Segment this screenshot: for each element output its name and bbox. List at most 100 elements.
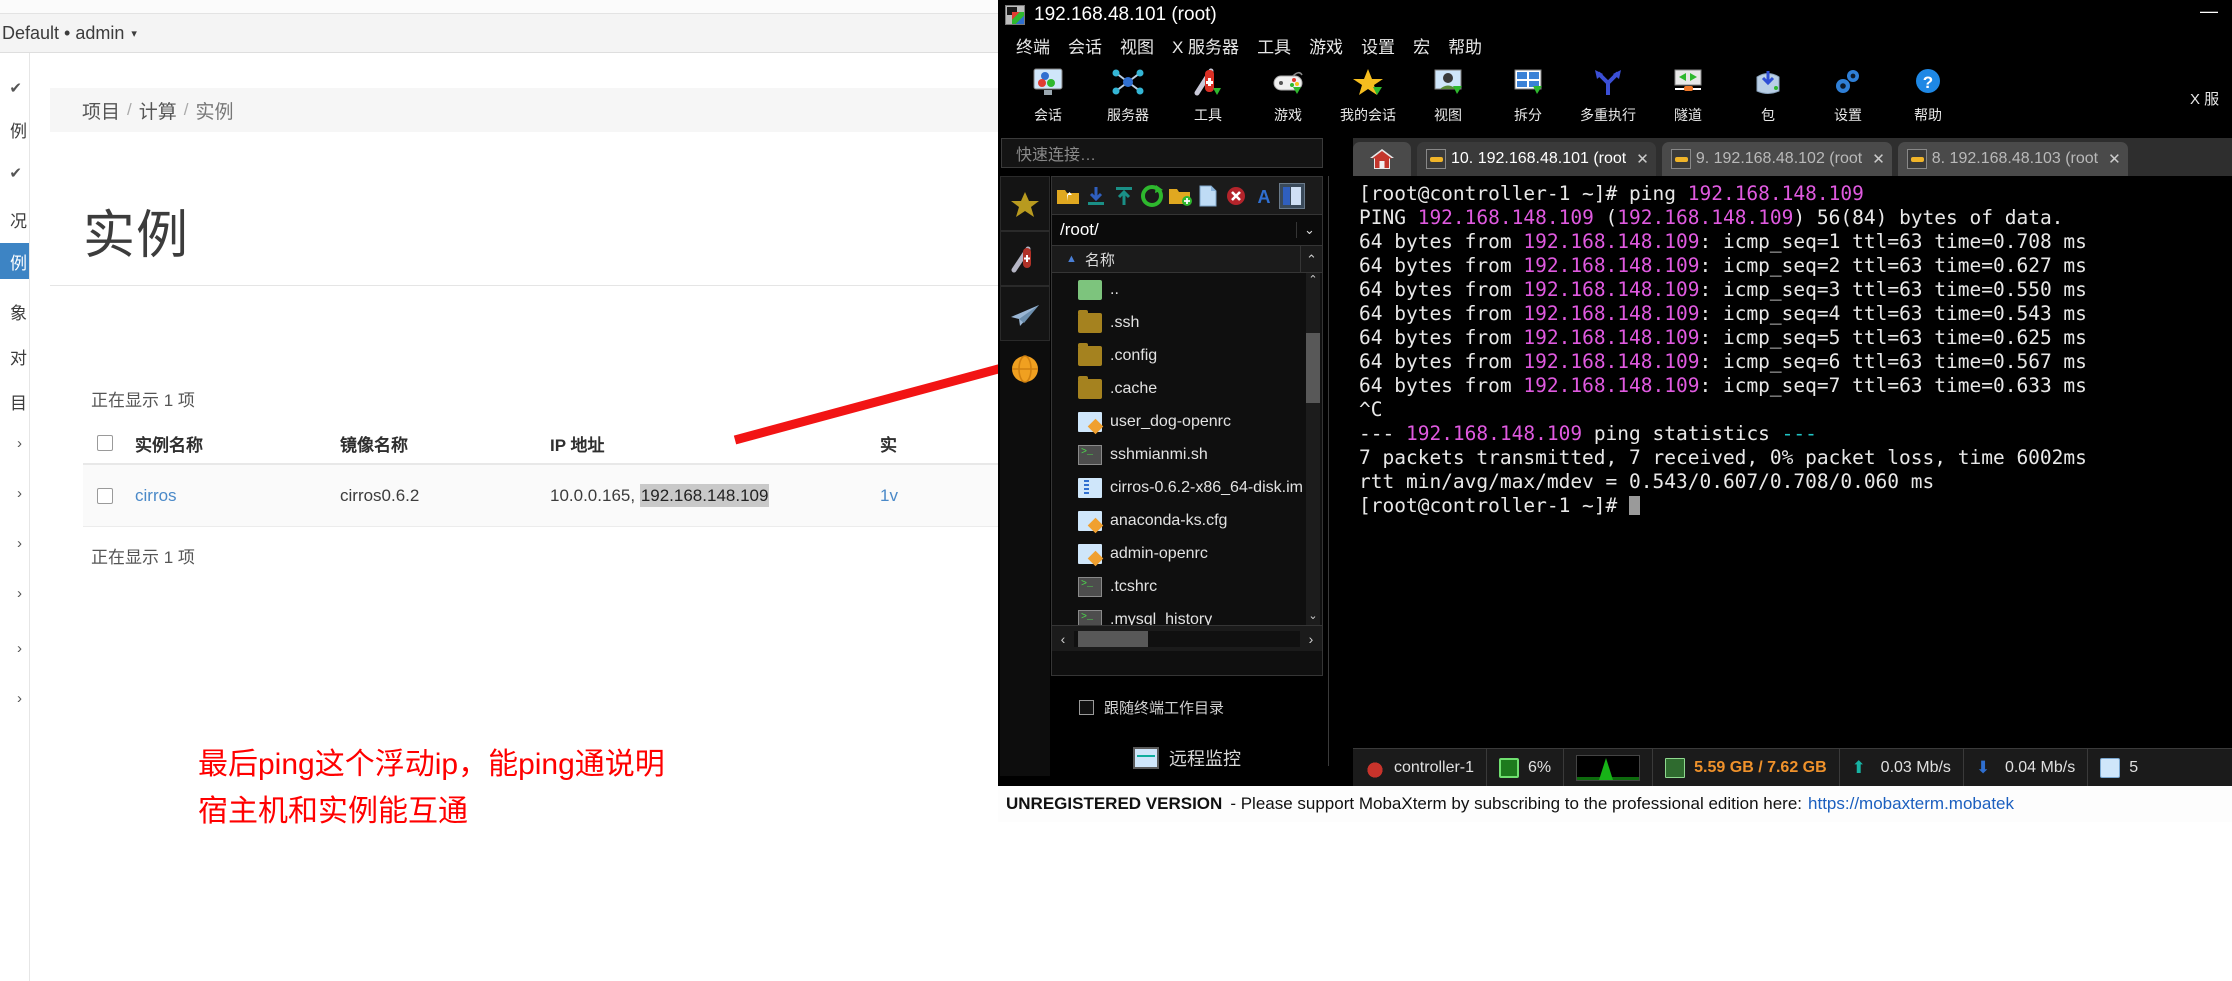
list-item[interactable]: cirros-0.6.2-x86_64-disk.im: [1052, 471, 1322, 504]
menu-terminal[interactable]: 终端: [1016, 33, 1050, 58]
dock-button-globe[interactable]: [1000, 341, 1050, 396]
text-mode-icon[interactable]: A: [1251, 183, 1277, 209]
toolbar-button-help[interactable]: ? 帮助: [1888, 60, 1968, 134]
column-header-ip-address[interactable]: IP 地址: [550, 431, 880, 456]
sidebar-group-chevron-4[interactable]: ›: [0, 478, 22, 508]
toolbar-xserver-label[interactable]: X 服: [2190, 60, 2230, 137]
sidebar-item-pairs[interactable]: 对: [0, 338, 30, 374]
sftp-file-list[interactable]: .. .ssh .config .cache user_dog-openrc: [1052, 273, 1322, 625]
scrollbar-track[interactable]: [1074, 631, 1300, 647]
toolbar-button-split[interactable]: 拆分: [1488, 60, 1568, 134]
dock-button-favorites[interactable]: [1000, 176, 1050, 231]
mobaxterm-titlebar[interactable]: 192.168.48.101 (root) —: [998, 0, 2232, 30]
sftp-path-bar[interactable]: /root/ ⌄: [1052, 215, 1322, 246]
toolbar-button-multiexec[interactable]: 多重执行: [1568, 60, 1648, 134]
scroll-down-icon[interactable]: ⌄: [1306, 609, 1320, 625]
toolbar-button-session[interactable]: 会话: [1008, 60, 1088, 134]
menu-help[interactable]: 帮助: [1448, 33, 1482, 58]
scrollbar-thumb[interactable]: [1306, 333, 1320, 403]
clipped-value[interactable]: 1v: [880, 486, 898, 505]
list-item[interactable]: anaconda-ks.cfg: [1052, 504, 1322, 537]
sidebar-group-chevron-1[interactable]: ✔: [0, 73, 22, 103]
scroll-left-icon[interactable]: ‹: [1052, 631, 1074, 647]
menu-games[interactable]: 游戏: [1309, 33, 1343, 58]
remote-monitoring-button[interactable]: 远程监控: [1051, 740, 1323, 776]
sidebar-item-images[interactable]: 象: [0, 293, 30, 329]
dock-button-tools[interactable]: [1000, 231, 1050, 286]
menu-tools[interactable]: 工具: [1257, 33, 1291, 58]
chevron-down-icon[interactable]: ▾: [131, 27, 137, 40]
minimize-button[interactable]: —: [2194, 4, 2224, 24]
row-checkbox-cell[interactable]: [83, 488, 135, 504]
collapse-icon[interactable]: ⌃: [1300, 246, 1322, 272]
list-item[interactable]: .cache: [1052, 372, 1322, 405]
list-item[interactable]: ..: [1052, 273, 1322, 306]
chevron-down-icon[interactable]: ⌄: [1296, 222, 1322, 238]
breadcrumb-item-project[interactable]: 项目: [82, 97, 120, 124]
sidebar-group-chevron-7[interactable]: ›: [0, 633, 22, 663]
sidebar-group-chevron-3[interactable]: ›: [0, 428, 22, 458]
sidebar-group-chevron-5[interactable]: ›: [0, 528, 22, 558]
select-all-checkbox-cell[interactable]: [83, 435, 135, 451]
list-item[interactable]: .config: [1052, 339, 1322, 372]
mobaxterm-link[interactable]: https://mobaxterm.mobatek: [1808, 794, 2014, 814]
column-header-instance-name[interactable]: 实例名称: [135, 431, 340, 456]
tab-session-3[interactable]: 8. 192.168.48.103 (root ✕: [1898, 142, 2128, 176]
column-header-clipped[interactable]: 实: [880, 431, 1000, 456]
sftp-browser-panel[interactable]: A /root/ ⌄ ▲ 名称 ⌃ ..: [1051, 176, 1323, 676]
left-dock[interactable]: [1000, 176, 1050, 776]
sidebar-item-overview[interactable]: 况: [0, 201, 30, 237]
new-file-icon[interactable]: [1195, 183, 1221, 209]
follow-terminal-checkbox[interactable]: [1079, 700, 1094, 715]
scrollbar-thumb[interactable]: [1078, 631, 1148, 647]
breadcrumb-item-compute[interactable]: 计算: [139, 97, 177, 124]
table-row[interactable]: cirros cirros0.6.2 10.0.0.165, 192.168.1…: [83, 465, 1000, 527]
sidebar-group-chevron-6[interactable]: ›: [0, 578, 22, 608]
toolbar-button-tunnel[interactable]: 隧道: [1648, 60, 1728, 134]
list-item[interactable]: sshmianmi.sh: [1052, 438, 1322, 471]
upload-icon[interactable]: [1111, 183, 1137, 209]
panel-toggle-icon[interactable]: [1279, 183, 1305, 209]
download-icon[interactable]: [1083, 183, 1109, 209]
sidebar-nav[interactable]: ✔ 例 ✔ 况 例 象 对 目 › › › › › ›: [0, 53, 30, 981]
follow-terminal-folder-option[interactable]: 跟随终端工作目录: [1051, 690, 1323, 724]
delete-icon[interactable]: [1223, 183, 1249, 209]
horizon-user-bar[interactable]: Default • admin ▾: [0, 14, 1000, 53]
sftp-path-value[interactable]: /root/: [1052, 220, 1296, 240]
menu-macros[interactable]: 宏: [1413, 33, 1430, 58]
refresh-icon[interactable]: [1139, 183, 1165, 209]
list-item[interactable]: user_dog-openrc: [1052, 405, 1322, 438]
toolbar-button-games[interactable]: 游戏: [1248, 60, 1328, 134]
sidebar-item-instances[interactable]: 例: [0, 243, 30, 279]
sidebar-group-chevron-2[interactable]: ✔: [0, 158, 22, 188]
cell-instance-name[interactable]: cirros: [135, 486, 340, 506]
parent-folder-icon[interactable]: [1055, 183, 1081, 209]
toolbar-button-servers[interactable]: 服务器: [1088, 60, 1168, 134]
home-tab[interactable]: [1353, 142, 1411, 176]
quick-connect-input[interactable]: 快速连接…: [1001, 138, 1323, 168]
list-item[interactable]: .mysql_history: [1052, 603, 1322, 625]
tab-session-2[interactable]: 9. 192.168.48.102 (root ✕: [1662, 142, 1892, 176]
scroll-right-icon[interactable]: ›: [1300, 631, 1322, 647]
sftp-vertical-scrollbar[interactable]: ⌃ ⌄: [1306, 273, 1320, 625]
list-item[interactable]: admin-openrc: [1052, 537, 1322, 570]
toolbar-button-settings[interactable]: 设置: [1808, 60, 1888, 134]
sidebar-item-groups[interactable]: 目: [0, 383, 30, 419]
tab-session-1[interactable]: 10. 192.168.48.101 (root ✕: [1417, 142, 1656, 176]
sftp-horizontal-scrollbar[interactable]: ‹ ›: [1052, 625, 1322, 651]
scroll-up-icon[interactable]: ⌃: [1306, 273, 1320, 289]
sidebar-item-1[interactable]: 例: [0, 111, 30, 147]
terminal-output[interactable]: [root@controller-1 ~]# ping 192.168.148.…: [1353, 176, 2232, 746]
menu-view[interactable]: 视图: [1120, 33, 1154, 58]
column-header-image-name[interactable]: 镜像名称: [340, 431, 550, 456]
menu-settings[interactable]: 设置: [1361, 33, 1395, 58]
close-icon[interactable]: ✕: [1636, 150, 1649, 168]
toolbar-button-view[interactable]: 视图: [1408, 60, 1488, 134]
toolbar-button-my-sessions[interactable]: 我的会话: [1328, 60, 1408, 134]
toolbar[interactable]: 会话 服务器 工具 游戏: [998, 60, 2232, 137]
toolbar-button-packages[interactable]: 包: [1728, 60, 1808, 134]
dock-button-send[interactable]: [1000, 286, 1050, 341]
close-icon[interactable]: ✕: [2108, 150, 2121, 168]
sort-ascending-icon[interactable]: ▲: [1066, 253, 1077, 265]
toolbar-button-tools[interactable]: 工具: [1168, 60, 1248, 134]
